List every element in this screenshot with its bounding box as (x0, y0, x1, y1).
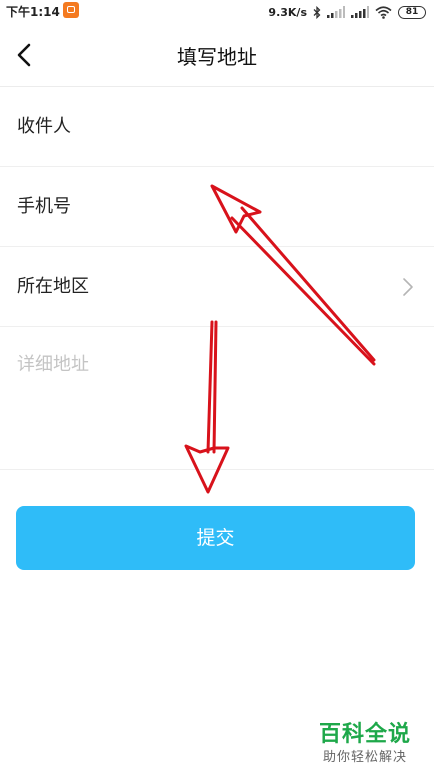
status-right-group: 9.3K/s 81 (268, 3, 426, 21)
watermark-logo: 百科全说 助你轻松解决 (310, 721, 420, 767)
region-selector[interactable]: 所在地区 (0, 247, 434, 327)
app-notification-icon (63, 2, 79, 18)
page-title: 填写地址 (177, 45, 257, 69)
phone-field[interactable]: 手机号 (0, 167, 434, 247)
address-form: 收件人 手机号 所在地区 详细地址 (0, 87, 434, 470)
submit-button[interactable]: 提交 (16, 506, 415, 570)
phone-label: 手机号 (17, 196, 71, 217)
nav-bar: 填写地址 (0, 24, 434, 86)
app-screen: 下午1:14 9.3K/s 81 填写地址 收件人 手机号 所在地区 详细地址 … (0, 0, 434, 775)
signal-strength-2-icon (351, 6, 369, 18)
watermark-title: 百科全说 (318, 722, 411, 747)
watermark-subtitle: 助你轻松解决 (322, 750, 407, 765)
detail-address-placeholder: 详细地址 (17, 354, 89, 375)
chevron-right-icon (403, 278, 413, 296)
signal-strength-icon (327, 6, 345, 18)
recipient-label: 收件人 (17, 116, 71, 137)
wifi-icon (375, 5, 392, 19)
detail-address-field[interactable]: 详细地址 (0, 327, 434, 470)
status-time: 下午1:14 (6, 5, 60, 19)
bluetooth-icon (313, 5, 321, 19)
status-bar: 下午1:14 9.3K/s 81 (0, 0, 434, 24)
battery-indicator: 81 (398, 5, 426, 19)
network-speed: 9.3K/s (268, 5, 307, 19)
recipient-field[interactable]: 收件人 (0, 87, 434, 167)
region-label: 所在地区 (17, 276, 89, 297)
